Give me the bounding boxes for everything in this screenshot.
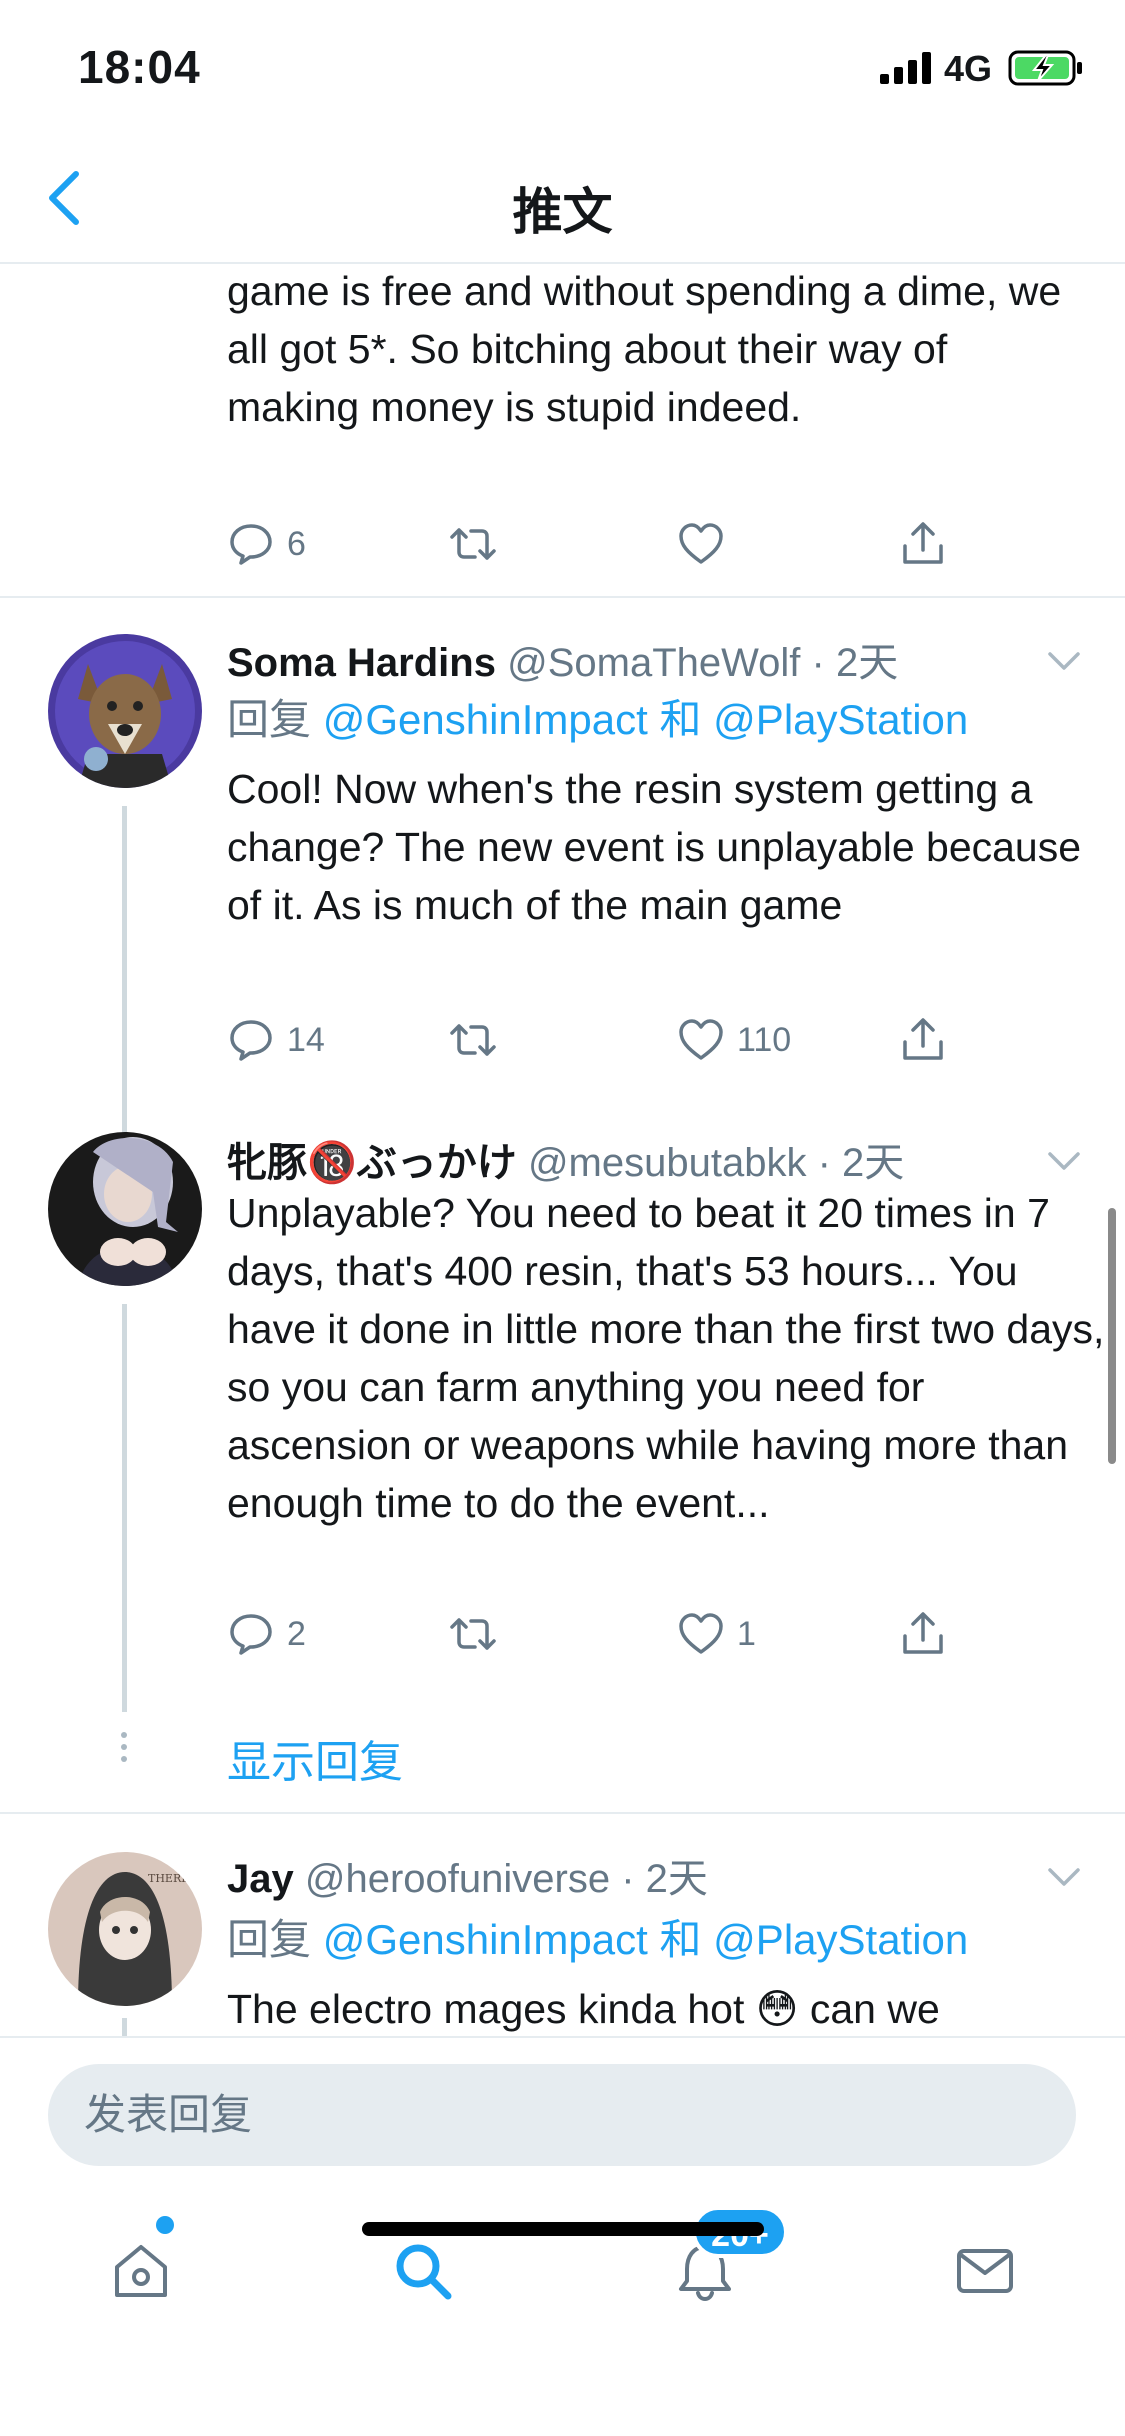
tweet-actions: 6 bbox=[227, 514, 987, 574]
tweet-actions: 14 110 bbox=[227, 1010, 987, 1070]
reply-join: 和 bbox=[659, 1916, 702, 1963]
separator-dot: · bbox=[811, 641, 836, 685]
tweet-time: 2天 bbox=[835, 641, 899, 685]
like-icon bbox=[679, 1019, 723, 1060]
avatar-hooded-character-image: THERE'S MORE TO THAT JUST bbox=[48, 1852, 202, 2006]
search-icon bbox=[396, 2244, 452, 2300]
author-name[interactable]: 牝豚🔞ぶっかけ bbox=[227, 1141, 517, 1185]
tab-bar: 20+ bbox=[0, 2166, 1125, 2436]
caret-down-icon[interactable] bbox=[1044, 1146, 1084, 1176]
page-title: 推文 bbox=[512, 184, 613, 240]
reply-prefix: 回复 bbox=[227, 696, 312, 743]
mention-link[interactable]: @GenshinImpact bbox=[323, 1916, 648, 1963]
retweet-icon bbox=[450, 1024, 496, 1056]
retweet-icon bbox=[450, 528, 496, 560]
network-type: 4G bbox=[944, 48, 993, 89]
separator-dot: · bbox=[621, 1857, 646, 1901]
share-button[interactable] bbox=[899, 1010, 947, 1070]
share-button[interactable] bbox=[899, 1604, 947, 1664]
avatar-text: THERE'S MORE TO THAT JUST bbox=[148, 1872, 202, 1885]
status-time: 18:04 bbox=[78, 41, 201, 93]
reply-icon bbox=[230, 524, 272, 565]
tweet-divider bbox=[0, 1812, 1125, 1814]
tweet-header: Jay @heroofuniverse · 2天 bbox=[227, 1846, 708, 1904]
tweet-actions: 2 1 bbox=[227, 1604, 987, 1664]
share-icon bbox=[903, 522, 943, 564]
tweet-text: game is free and without spending a dime… bbox=[227, 268, 1062, 430]
like-button[interactable]: 110 bbox=[677, 1010, 791, 1070]
reply-button[interactable]: 14 bbox=[227, 1010, 325, 1070]
reply-button[interactable]: 2 bbox=[227, 1604, 306, 1664]
nav-header: 推文 bbox=[0, 132, 1125, 264]
separator-dot: · bbox=[817, 1141, 843, 1185]
retweet-button[interactable] bbox=[449, 1604, 497, 1664]
avatar-wolf-image bbox=[48, 634, 202, 788]
reply-count: 6 bbox=[287, 524, 306, 563]
tweet-text: The electro mages kinda hot 😳 can we bbox=[227, 1986, 940, 2032]
like-button[interactable] bbox=[677, 514, 725, 574]
reply-composer bbox=[0, 2036, 1125, 2166]
mention-link[interactable]: @GenshinImpact bbox=[323, 696, 648, 743]
share-icon bbox=[903, 1612, 943, 1654]
thread-line bbox=[122, 806, 127, 1168]
like-count: 1 bbox=[737, 1614, 756, 1653]
mention-link[interactable]: @PlayStation bbox=[713, 1916, 968, 1963]
like-icon bbox=[679, 523, 723, 564]
tweet-header: 牝豚🔞ぶっかけ @mesubutabkk · 2天 bbox=[227, 1130, 904, 1188]
status-bar: 18:04 4G bbox=[0, 0, 1125, 132]
thread-line bbox=[122, 2018, 127, 2036]
reply-input[interactable] bbox=[48, 2064, 1076, 2166]
author-handle[interactable]: @mesubutabkk bbox=[528, 1141, 807, 1185]
reply-context: 回复 @GenshinImpact 和 @PlayStation bbox=[227, 686, 968, 747]
more-replies-dots bbox=[118, 1732, 130, 1768]
reply-context: 回复 @GenshinImpact 和 @PlayStation bbox=[227, 1906, 968, 1967]
tweet-text: Cool! Now when's the resin system gettin… bbox=[227, 766, 1082, 928]
tab-messages[interactable] bbox=[940, 2226, 1030, 2316]
tweet-text: Unplayable? You need to beat it 20 times… bbox=[227, 1190, 1105, 1526]
avatar[interactable]: THERE'S MORE TO THAT JUST bbox=[48, 1852, 202, 2006]
tweet-divider bbox=[0, 596, 1125, 598]
author-name[interactable]: Jay bbox=[227, 1857, 294, 1901]
tab-search[interactable] bbox=[378, 2226, 468, 2316]
avatar[interactable] bbox=[48, 634, 202, 788]
author-handle[interactable]: @heroofuniverse bbox=[305, 1857, 610, 1901]
retweet-icon bbox=[450, 1618, 496, 1650]
share-button[interactable] bbox=[899, 514, 947, 574]
home-icon bbox=[115, 2245, 167, 2297]
reply-button[interactable]: 6 bbox=[227, 514, 306, 574]
reply-prefix: 回复 bbox=[227, 1916, 312, 1963]
avatar-anime-image bbox=[48, 1132, 202, 1286]
like-icon bbox=[679, 1613, 723, 1654]
home-unread-dot bbox=[156, 2216, 174, 2234]
tweet-time: 2天 bbox=[645, 1857, 708, 1901]
avatar[interactable] bbox=[48, 1132, 202, 1286]
author-name[interactable]: Soma Hardins bbox=[227, 641, 496, 685]
tab-home[interactable] bbox=[96, 2226, 186, 2316]
reply-join: 和 bbox=[659, 696, 702, 743]
like-count: 110 bbox=[737, 1020, 792, 1059]
reply-icon bbox=[230, 1020, 272, 1061]
caret-down-icon[interactable] bbox=[1044, 1862, 1084, 1892]
tweet-time: 2天 bbox=[842, 1141, 905, 1185]
retweet-button[interactable] bbox=[449, 514, 497, 574]
signal-icon bbox=[880, 52, 931, 84]
battery-charging-icon bbox=[1008, 50, 1082, 86]
thread-line bbox=[122, 1304, 127, 1712]
scrollbar[interactable] bbox=[1108, 1208, 1116, 1464]
mention-link[interactable]: @PlayStation bbox=[713, 696, 968, 743]
author-handle[interactable]: @SomaTheWolf bbox=[507, 641, 800, 685]
like-button[interactable]: 1 bbox=[677, 1604, 756, 1664]
retweet-button[interactable] bbox=[449, 1010, 497, 1070]
show-replies-link[interactable]: 显示回复 bbox=[227, 1726, 403, 1790]
share-icon bbox=[903, 1018, 943, 1060]
tweet-feed[interactable]: game is free and without spending a dime… bbox=[0, 266, 1125, 2036]
home-indicator[interactable] bbox=[362, 2222, 764, 2236]
messages-icon bbox=[957, 2249, 1013, 2293]
reply-count: 14 bbox=[287, 1020, 325, 1059]
reply-icon bbox=[230, 1614, 272, 1655]
reply-count: 2 bbox=[287, 1614, 306, 1653]
tweet-header: Soma Hardins @SomaTheWolf · 2天 bbox=[227, 630, 898, 688]
caret-down-icon[interactable] bbox=[1044, 646, 1084, 676]
